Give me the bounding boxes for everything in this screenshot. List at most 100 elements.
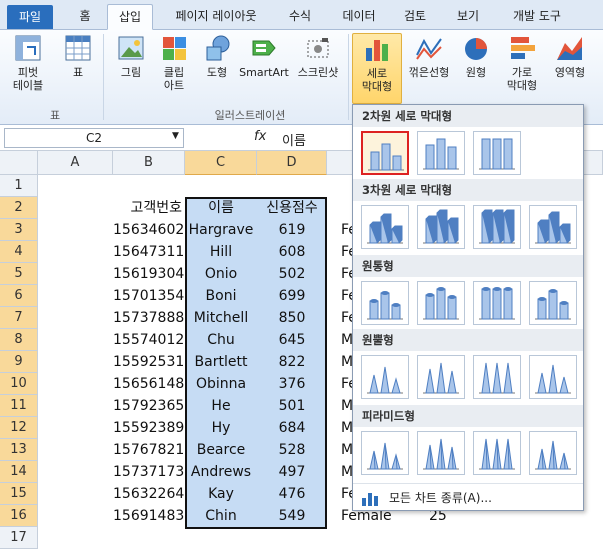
cone-chart-icon bbox=[479, 362, 515, 394]
select-all-corner[interactable] bbox=[0, 151, 38, 175]
row-header-2[interactable]: 2 bbox=[0, 197, 38, 219]
chart-cylinder-clustered-option[interactable] bbox=[361, 281, 409, 325]
tab-developer[interactable]: 개발 도구 bbox=[502, 4, 572, 30]
chart-column-3d-clustered-option[interactable] bbox=[361, 205, 409, 249]
chart-column-3d-100pct-option[interactable] bbox=[473, 205, 521, 249]
row-header-9[interactable]: 9 bbox=[0, 351, 38, 373]
row-header-16[interactable]: 16 bbox=[0, 505, 38, 527]
chevron-down-icon[interactable]: ▼ bbox=[172, 131, 179, 141]
excel-window: 파일 홈 삽입 페이지 레이아웃 수식 데이터 검토 보기 개발 도구 피벗 테… bbox=[0, 0, 603, 551]
cell-customer-id[interactable]: 15647311 bbox=[113, 241, 185, 263]
chart-column-3d-3d-option[interactable] bbox=[529, 205, 577, 249]
chart-pyramid-clustered-option[interactable] bbox=[361, 431, 409, 475]
chart-column-2d-clustered-option[interactable] bbox=[361, 131, 409, 175]
header-cell-id[interactable]: 고객번호 bbox=[113, 197, 185, 219]
line-label: 꺾은선형 bbox=[408, 66, 450, 79]
row-header-10[interactable]: 10 bbox=[0, 373, 38, 395]
line-chart-button[interactable]: 꺾은선형 bbox=[405, 33, 453, 79]
chart-pyramid-3d-option[interactable] bbox=[529, 431, 577, 475]
column-chart-dropdown: 2차원 세로 막대형 3차원 세로 막대형 원통형 원뿔형 피라미드형 모든 차… bbox=[352, 104, 584, 511]
cell-customer-id[interactable]: 15767821 bbox=[113, 439, 185, 461]
pivot-table-button[interactable]: 피벗 테이블 bbox=[6, 33, 50, 92]
section-2d-column: 2차원 세로 막대형 bbox=[353, 105, 583, 127]
tab-file[interactable]: 파일 bbox=[7, 5, 53, 29]
cell-customer-id[interactable]: 15737888 bbox=[113, 307, 185, 329]
chart-pyramid-stacked-option[interactable] bbox=[417, 431, 465, 475]
row-header-15[interactable]: 15 bbox=[0, 483, 38, 505]
chart-cylinder-100pct-option[interactable] bbox=[473, 281, 521, 325]
cell-customer-id[interactable]: 15792365 bbox=[113, 395, 185, 417]
insert-function-icon[interactable]: fx bbox=[254, 129, 266, 144]
cell-customer-id[interactable]: 15656148 bbox=[113, 373, 185, 395]
row-header-17[interactable]: 17 bbox=[0, 527, 38, 549]
column-header-a[interactable]: A bbox=[38, 151, 113, 175]
cell-customer-id[interactable]: 15574012 bbox=[113, 329, 185, 351]
column-header-d[interactable]: D bbox=[257, 151, 327, 175]
row-header-3[interactable]: 3 bbox=[0, 219, 38, 241]
formula-input[interactable]: 이름 bbox=[282, 130, 306, 149]
cell-customer-id[interactable]: 15592389 bbox=[113, 417, 185, 439]
column-header-b[interactable]: B bbox=[113, 151, 185, 175]
cyl-chart-icon bbox=[367, 291, 403, 320]
smartart-label: SmartArt bbox=[239, 66, 289, 79]
pie-chart-button[interactable]: 원형 bbox=[457, 33, 495, 79]
area-chart-button[interactable]: 영역형 bbox=[547, 33, 593, 79]
section-cone: 원뿔형 bbox=[353, 329, 583, 351]
tab-review[interactable]: 검토 bbox=[397, 4, 433, 30]
chart-column-2d-stacked-option[interactable] bbox=[417, 131, 465, 175]
shapes-button[interactable]: 도형 bbox=[198, 33, 236, 79]
tab-insert[interactable]: 삽입 bbox=[107, 4, 153, 30]
cell-customer-id[interactable]: 15737173 bbox=[113, 461, 185, 483]
row-header-11[interactable]: 11 bbox=[0, 395, 38, 417]
row-header-6[interactable]: 6 bbox=[0, 285, 38, 307]
row-header-14[interactable]: 14 bbox=[0, 461, 38, 483]
tab-page-layout[interactable]: 페이지 레이아웃 bbox=[166, 4, 266, 30]
row-header-8[interactable]: 8 bbox=[0, 329, 38, 351]
tables-group-label: 표 bbox=[49, 109, 61, 122]
cell-customer-id[interactable]: 15632264 bbox=[113, 483, 185, 505]
chart-cone-3d-option[interactable] bbox=[529, 355, 577, 399]
box-chart-icon bbox=[535, 211, 571, 244]
cell-customer-id[interactable]: 15592531 bbox=[113, 351, 185, 373]
chart-column-2d-100pct-option[interactable] bbox=[473, 131, 521, 175]
picture-button[interactable]: 그림 bbox=[112, 33, 150, 79]
cell-customer-id[interactable]: 15691483 bbox=[113, 505, 185, 527]
cell-customer-id[interactable]: 15634602 bbox=[113, 219, 185, 241]
cell-customer-id[interactable]: 15619304 bbox=[113, 263, 185, 285]
table-button[interactable]: 표 bbox=[58, 33, 98, 79]
row-header-1[interactable]: 1 bbox=[0, 175, 38, 197]
row-header-12[interactable]: 12 bbox=[0, 417, 38, 439]
flat-chart-icon bbox=[423, 138, 459, 170]
screenshot-button[interactable]: 스크린샷 bbox=[292, 33, 344, 79]
row-header-7[interactable]: 7 bbox=[0, 307, 38, 329]
row-header-5[interactable]: 5 bbox=[0, 263, 38, 285]
name-box[interactable]: C2 bbox=[4, 128, 184, 148]
chart-column-3d-stacked-option[interactable] bbox=[417, 205, 465, 249]
chart-cone-clustered-option[interactable] bbox=[361, 355, 409, 399]
smartart-button[interactable]: SmartArt bbox=[238, 33, 290, 79]
chart-cylinder-3d-option[interactable] bbox=[529, 281, 577, 325]
cell-customer-id[interactable]: 15701354 bbox=[113, 285, 185, 307]
section-cylinder: 원통형 bbox=[353, 255, 583, 277]
column-chart-icon bbox=[366, 40, 388, 61]
row-header-13[interactable]: 13 bbox=[0, 439, 38, 461]
all-chart-types-button[interactable]: 모든 차트 종류(A)... bbox=[353, 483, 583, 511]
tab-view[interactable]: 보기 bbox=[450, 4, 486, 30]
chart-pyramid-100pct-option[interactable] bbox=[473, 431, 521, 475]
cone-chart-icon bbox=[423, 362, 459, 394]
column-chart-button[interactable]: 세로 막대형 bbox=[352, 33, 402, 104]
tab-data[interactable]: 데이터 bbox=[336, 4, 382, 30]
clipart-button[interactable]: 클립 아트 bbox=[155, 33, 193, 92]
row-header-4[interactable]: 4 bbox=[0, 241, 38, 263]
column-header-c[interactable]: C bbox=[185, 151, 257, 175]
all-charts-icon bbox=[362, 493, 378, 506]
pyr-chart-icon bbox=[367, 442, 403, 470]
tab-home[interactable]: 홈 bbox=[70, 4, 100, 30]
chart-cylinder-stacked-option[interactable] bbox=[417, 281, 465, 325]
chart-cone-100pct-option[interactable] bbox=[473, 355, 521, 399]
bar-chart-button[interactable]: 가로 막대형 bbox=[499, 33, 545, 92]
chart-cone-stacked-option[interactable] bbox=[417, 355, 465, 399]
box-chart-icon bbox=[423, 209, 459, 244]
tab-formulas[interactable]: 수식 bbox=[282, 4, 318, 30]
column-label-2: 막대형 bbox=[361, 80, 393, 93]
